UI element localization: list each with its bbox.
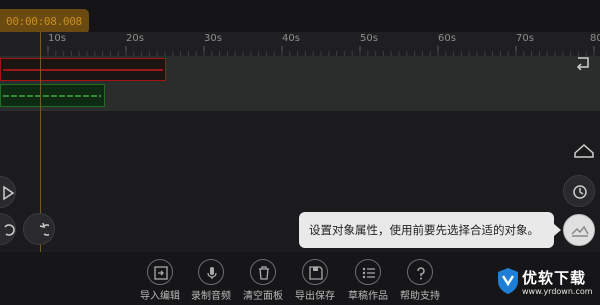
trash-icon (250, 259, 276, 285)
help-button[interactable]: 帮助支持 (390, 257, 450, 303)
properties-icon (571, 225, 589, 237)
properties-button[interactable] (563, 214, 595, 246)
toolbar-label: 导出保存 (295, 291, 335, 302)
toolbar-label: 草稿作品 (348, 291, 388, 302)
waveform (3, 95, 101, 97)
ruler-label: 50s (360, 33, 378, 44)
logo-url: www.yrdown.com (522, 287, 593, 296)
return-icon[interactable] (572, 56, 594, 74)
microphone-icon (198, 259, 224, 285)
redo-icon (39, 222, 49, 236)
save-icon (302, 259, 328, 285)
help-icon (407, 259, 433, 285)
clock-icon (573, 185, 587, 199)
timeline-ruler[interactable]: 10s 20s 30s 40s 50s 60s 70s 80s (0, 32, 600, 56)
redo-button[interactable] (23, 213, 55, 245)
ruler-label: 40s (282, 33, 300, 44)
ruler-label: 60s (438, 33, 456, 44)
ruler-label: 30s (204, 33, 222, 44)
drafts-button[interactable]: 草稿作品 (338, 257, 398, 303)
toolbar-label: 帮助支持 (400, 291, 440, 302)
ruler-label: 20s (126, 33, 144, 44)
undo-icon (4, 224, 15, 236)
tooltip-arrow (554, 224, 561, 236)
ruler-label: 10s (48, 33, 66, 44)
home-icon[interactable] (573, 141, 595, 163)
list-icon (355, 259, 381, 285)
waveform (3, 69, 163, 71)
tooltip: 设置对象属性，使用前要先选择合适的对象。 (299, 212, 554, 248)
logo-name: 优软下载 (522, 269, 587, 287)
audio-clip-green[interactable] (0, 84, 105, 107)
ruler-ticks (47, 46, 595, 56)
undo-button[interactable] (0, 213, 16, 245)
export-save-button[interactable]: 导出保存 (285, 257, 345, 303)
toolbar-label: 录制音频 (191, 291, 231, 302)
ruler-label: 80s (590, 33, 600, 44)
clear-panel-button[interactable]: 清空面板 (233, 257, 293, 303)
shield-logo-icon (498, 268, 518, 294)
play-icon (3, 185, 15, 201)
import-edit-icon (147, 259, 173, 285)
time-display: 00:00:08.008 (0, 9, 89, 34)
audio-clip-red[interactable] (0, 58, 166, 81)
top-bar (0, 0, 600, 32)
ruler-label: 70s (516, 33, 534, 44)
play-button[interactable] (0, 176, 16, 208)
timer-button[interactable] (563, 175, 595, 207)
record-audio-button[interactable]: 录制音频 (181, 257, 241, 303)
toolbar-label: 清空面板 (243, 291, 283, 302)
watermark-logo: 优软下载 www.yrdown.com (495, 265, 600, 305)
